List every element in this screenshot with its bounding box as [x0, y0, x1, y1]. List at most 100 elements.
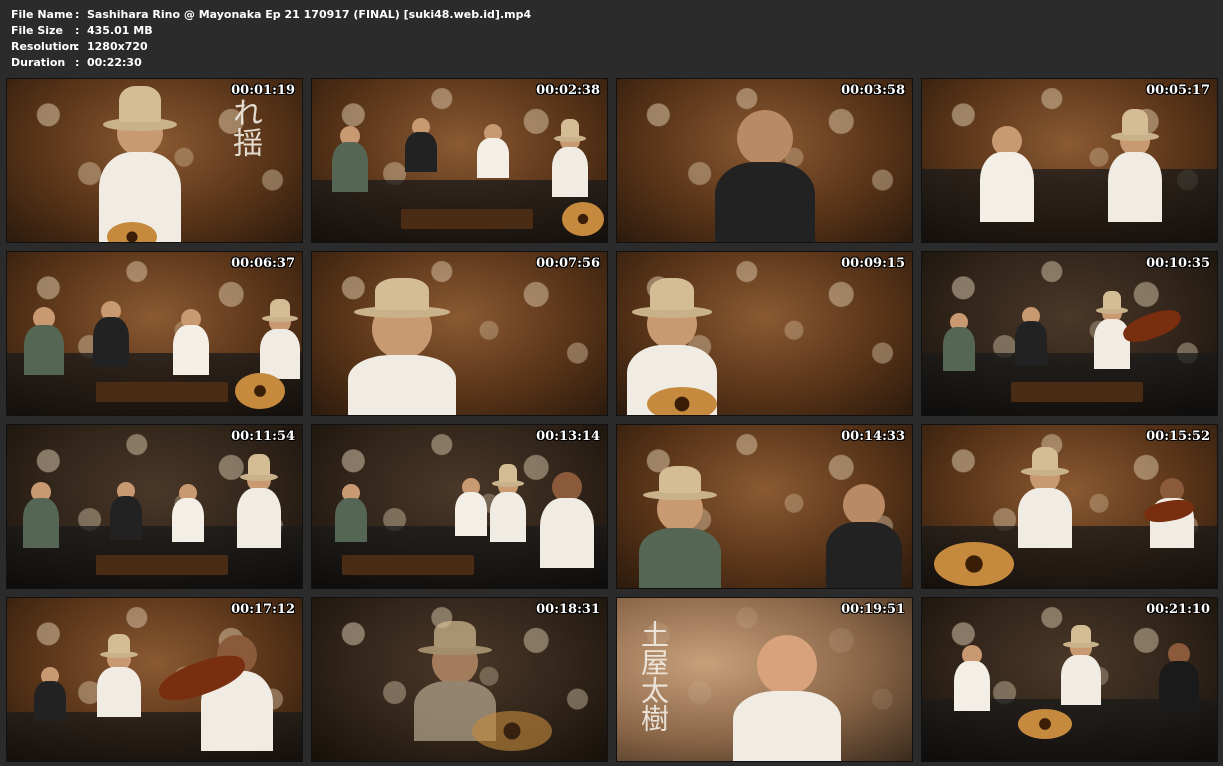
timestamp: 00:21:10	[1146, 602, 1210, 617]
file-name-row: File Name : Sashihara Rino @ Mayonaka Ep…	[11, 7, 531, 23]
separator: :	[75, 40, 80, 53]
guest	[638, 465, 722, 588]
timestamp: 00:10:35	[1146, 256, 1210, 271]
thumbnail-10[interactable]: 00:13:14	[311, 424, 608, 589]
file-name-label: File Name	[11, 8, 73, 21]
hat-icon	[418, 620, 492, 656]
file-size-row: File Size : 435.01 MB	[11, 23, 531, 39]
thumbnail-2[interactable]: 00:02:38	[311, 78, 608, 243]
timestamp: 00:13:14	[536, 429, 600, 444]
thumbnail-8[interactable]: 00:10:35	[921, 251, 1218, 416]
performer	[348, 278, 456, 415]
resolution-value: 1280x720	[87, 40, 148, 53]
violinist	[201, 635, 273, 751]
guest	[93, 301, 129, 367]
guest	[1014, 307, 1048, 365]
timestamp: 00:15:52	[1146, 429, 1210, 444]
name-caption: 土屋太樹	[637, 620, 670, 732]
hat-icon	[99, 634, 139, 659]
timestamp: 00:02:38	[536, 83, 600, 98]
timestamp: 00:05:17	[1146, 83, 1210, 98]
guest	[334, 484, 368, 542]
hat-icon	[492, 464, 524, 488]
guitar-icon	[235, 373, 285, 409]
thumbnail-14[interactable]: 00:18:31	[311, 597, 608, 762]
guitar-icon	[562, 202, 604, 236]
host	[954, 645, 990, 711]
performer	[490, 464, 526, 542]
hat-icon	[1063, 624, 1099, 648]
guitar-icon	[472, 711, 552, 751]
host	[171, 484, 205, 542]
thumbnail-16[interactable]: 00:21:10	[921, 597, 1218, 762]
hat-icon	[554, 119, 586, 143]
file-size-label: File Size	[11, 24, 63, 37]
host	[454, 478, 488, 536]
performer	[260, 298, 300, 379]
guitar-icon	[1018, 709, 1072, 739]
timestamp: 00:01:19	[231, 83, 295, 98]
timestamp: 00:09:15	[841, 256, 905, 271]
timestamp: 00:07:56	[536, 256, 600, 271]
duration-value: 00:22:30	[87, 56, 142, 69]
hat-icon	[103, 86, 177, 132]
timestamp: 00:03:58	[841, 83, 905, 98]
hat-icon	[239, 453, 279, 481]
hat-icon	[632, 278, 712, 319]
violinist	[540, 472, 594, 568]
guest	[33, 667, 67, 721]
hat-icon	[262, 298, 298, 322]
timestamp: 00:06:37	[231, 256, 295, 271]
file-size-value: 435.01 MB	[87, 24, 153, 37]
guest	[733, 635, 841, 761]
host	[980, 126, 1034, 222]
thumbnail-1[interactable]: れ揺 00:01:19	[6, 78, 303, 243]
guest	[714, 110, 816, 242]
thumbnail-5[interactable]: 00:06:37	[6, 251, 303, 416]
timestamp: 00:19:51	[841, 602, 905, 617]
separator: :	[75, 8, 80, 21]
duration-label: Duration	[11, 56, 66, 69]
guitar-icon	[934, 542, 1014, 586]
thumbnail-6[interactable]: 00:07:56	[311, 251, 608, 416]
thumbnail-11[interactable]: 00:14:33	[616, 424, 913, 589]
guitar-icon	[647, 387, 717, 415]
resolution-label: Resolution	[11, 40, 78, 53]
performer	[97, 634, 141, 717]
hat-icon	[354, 278, 450, 319]
guest	[24, 307, 64, 375]
thumbnail-grid: れ揺 00:01:19 00:02:38 00:03:58 00:05:17 0…	[6, 78, 1218, 762]
timestamp: 00:17:12	[231, 602, 295, 617]
guest	[404, 118, 438, 172]
hat-icon	[1021, 446, 1069, 477]
violinist	[1159, 643, 1199, 711]
separator: :	[75, 56, 80, 69]
duration-row: Duration : 00:22:30	[11, 55, 531, 71]
hat-icon	[643, 465, 717, 501]
thumbnail-9[interactable]: 00:11:54	[6, 424, 303, 589]
violin-icon	[1119, 304, 1185, 348]
performer	[1094, 291, 1130, 369]
timestamp: 00:11:54	[231, 429, 295, 444]
calligraphy-caption: れ揺	[227, 97, 262, 157]
thumbnail-13[interactable]: 00:17:12	[6, 597, 303, 762]
host	[476, 124, 510, 178]
host	[173, 309, 209, 375]
thumbnail-12[interactable]: 00:15:52	[921, 424, 1218, 589]
performer	[1061, 624, 1101, 705]
timestamp: 00:14:33	[841, 429, 905, 444]
hat-icon	[1111, 108, 1159, 142]
thumbnail-7[interactable]: 00:09:15	[616, 251, 913, 416]
performer	[552, 119, 588, 197]
hat-icon	[1096, 291, 1128, 315]
resolution-row: Resolution : 1280x720	[11, 39, 531, 55]
separator: :	[75, 24, 80, 37]
performer	[1108, 108, 1162, 222]
timestamp: 00:18:31	[536, 602, 600, 617]
guest	[109, 482, 143, 540]
performer	[1018, 446, 1072, 548]
file-name-value: Sashihara Rino @ Mayonaka Ep 21 170917 (…	[87, 8, 532, 21]
thumbnail-3[interactable]: 00:03:58	[616, 78, 913, 243]
thumbnail-15[interactable]: 土屋太樹 00:19:51	[616, 597, 913, 762]
thumbnail-4[interactable]: 00:05:17	[921, 78, 1218, 243]
